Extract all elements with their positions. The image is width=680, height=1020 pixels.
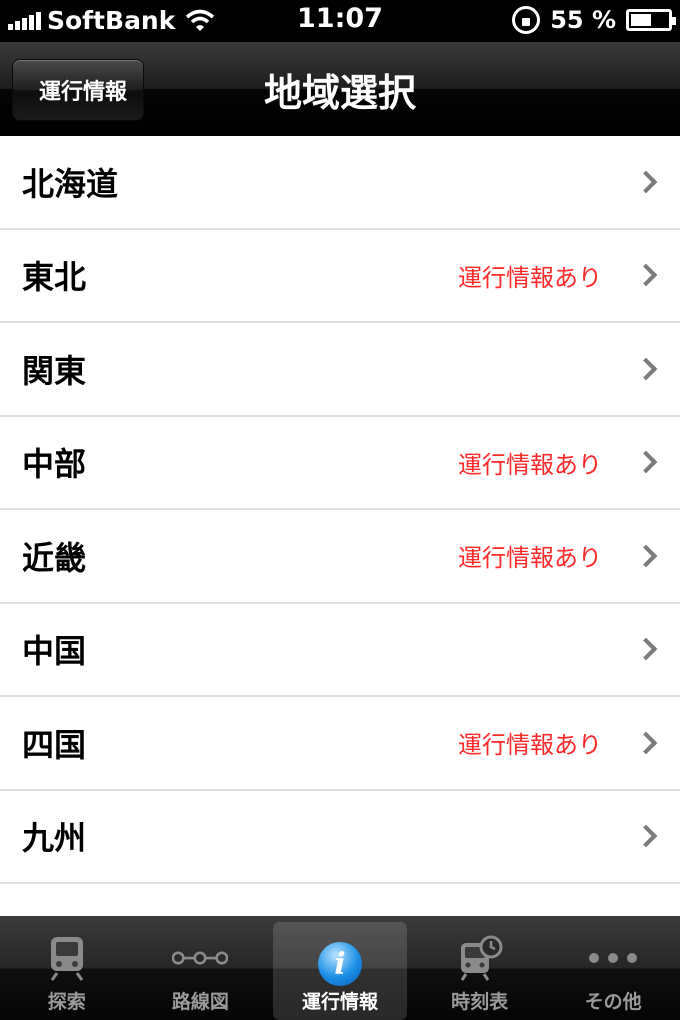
region-list: 北海道 東北 運行情報あり 関東 中部 運行情報あり 近畿 運行情報あり 中国 …	[0, 136, 680, 916]
region-row-tohoku[interactable]: 東北 運行情報あり	[0, 230, 680, 323]
region-label: 北海道	[22, 164, 119, 203]
region-label: 東北	[22, 258, 87, 297]
chevron-right-icon	[634, 263, 658, 287]
status-right: 55 %	[512, 4, 676, 36]
region-status: 運行情報あり	[458, 544, 602, 573]
region-status: 運行情報あり	[458, 731, 602, 760]
tab-label: その他	[584, 991, 642, 1013]
region-label: 九州	[22, 819, 87, 858]
tab-route-map[interactable]: 路線図	[134, 916, 268, 1020]
chevron-right-icon	[634, 731, 658, 755]
region-row-chubu[interactable]: 中部 運行情報あり	[0, 417, 680, 510]
tab-more[interactable]: その他	[546, 916, 680, 1020]
chevron-right-icon	[634, 357, 658, 381]
status-bar: SoftBank 11:07 55 %	[0, 0, 680, 42]
region-row-kyushu[interactable]: 九州	[0, 791, 680, 884]
region-row-partial[interactable]	[0, 884, 680, 916]
region-label: 中国	[22, 632, 87, 671]
tab-label: 時刻表	[451, 991, 509, 1013]
timetable-icon	[452, 932, 508, 984]
tab-label: 路線図	[171, 991, 229, 1013]
info-icon: i	[312, 938, 368, 990]
route-map-icon	[172, 932, 229, 984]
navigation-bar: 運行情報 地域選択	[0, 42, 680, 136]
train-icon	[39, 932, 95, 984]
battery-level	[631, 14, 651, 26]
region-row-chugoku[interactable]: 中国	[0, 604, 680, 697]
region-status: 運行情報あり	[458, 450, 602, 479]
chevron-right-icon	[634, 544, 658, 568]
chevron-right-icon	[634, 824, 658, 848]
region-row-kanto[interactable]: 関東	[0, 323, 680, 417]
region-label: 関東	[22, 351, 87, 390]
tab-timetable[interactable]: 時刻表	[413, 916, 547, 1020]
tab-label: 探索	[47, 991, 86, 1013]
region-row-kinki[interactable]: 近畿 運行情報あり	[0, 510, 680, 604]
chevron-right-icon	[634, 170, 658, 194]
battery-percent: 55 %	[550, 6, 616, 34]
region-status: 運行情報あり	[458, 263, 602, 292]
tab-service-info[interactable]: i 運行情報	[273, 922, 407, 1020]
tab-bar: 探索 路線図 i 運行情報 時刻表 その他	[0, 916, 680, 1020]
region-label: 中部	[22, 445, 87, 484]
page-title: 地域選択	[263, 71, 416, 115]
region-row-hokkaido[interactable]: 北海道	[0, 136, 680, 230]
tab-search[interactable]: 探索	[0, 916, 134, 1020]
region-label: 四国	[22, 725, 87, 764]
rotation-lock-icon	[512, 6, 541, 34]
battery-icon	[626, 9, 676, 31]
chevron-right-icon	[634, 637, 658, 661]
tab-label: 運行情報	[301, 991, 378, 1013]
chevron-right-icon	[634, 450, 658, 474]
region-label: 近畿	[22, 538, 87, 577]
more-icon	[585, 932, 641, 984]
region-row-shikoku[interactable]: 四国 運行情報あり	[0, 697, 680, 791]
